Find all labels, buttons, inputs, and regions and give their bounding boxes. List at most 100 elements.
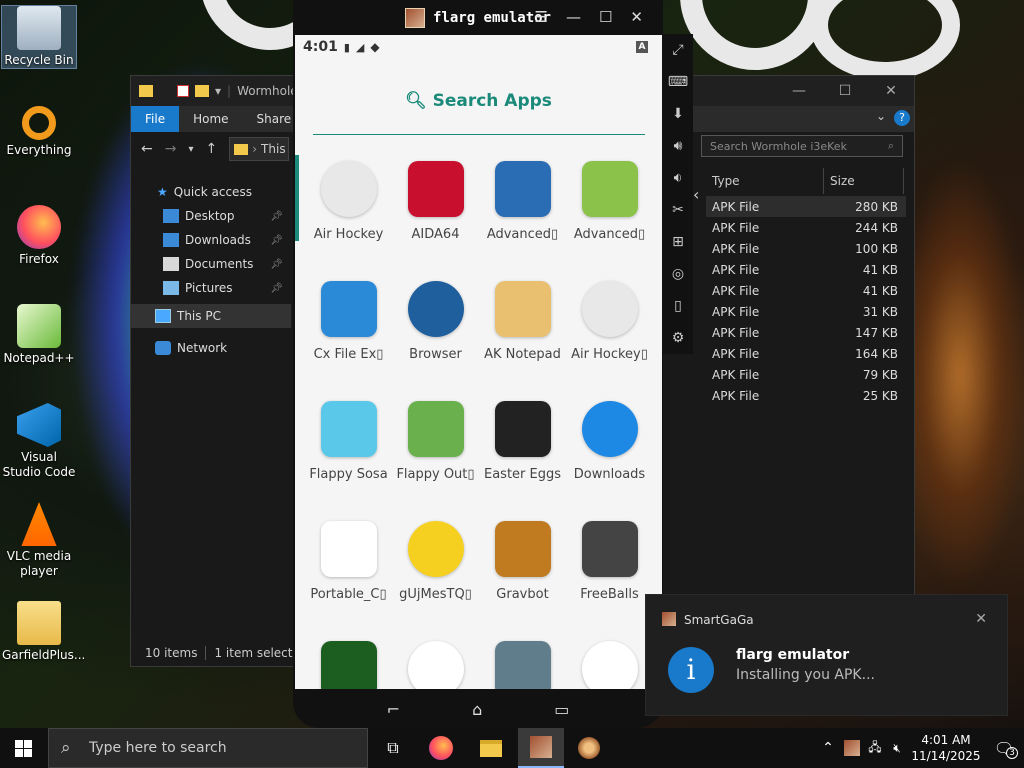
nav-quick-access[interactable]: ★ Quick access — [131, 180, 291, 204]
chevron-up-icon[interactable]: ⌃ — [816, 740, 840, 756]
pin-icon[interactable]: 📌︎ — [270, 259, 283, 270]
app-icon-tile[interactable]: AK Notepad — [479, 275, 566, 373]
new-folder-icon[interactable] — [195, 85, 209, 97]
app-icon-tile[interactable]: Browser — [392, 275, 479, 373]
app-icon-tile[interactable]: gUjMesTQ▯ — [392, 515, 479, 613]
home-nav-icon[interactable]: ⌂ — [472, 700, 482, 719]
desktop-icon[interactable]: Firefox — [2, 205, 76, 267]
install-apk-icon[interactable]: ⬇ — [667, 102, 689, 126]
pin-icon[interactable]: 📌︎ — [270, 235, 283, 246]
taskbar-firefox[interactable] — [418, 728, 464, 768]
back-arrow-icon[interactable]: ← — [141, 141, 153, 157]
app-icon-tile[interactable]: Cx File Ex▯ — [305, 275, 392, 373]
toast-notification[interactable]: SmartGaGa ✕ i flarg emulator Installing … — [645, 594, 1008, 716]
app-icon-tile[interactable]: Flappy Out▯ — [392, 395, 479, 493]
desktop-icon[interactable]: Recycle Bin — [1, 5, 77, 69]
search-input[interactable]: Search Wormhole i3eKek ⌕ — [701, 135, 903, 157]
table-row[interactable]: APK File 147 KB — [706, 322, 906, 343]
app-icon-tile[interactable]: AIDA64 — [392, 155, 479, 253]
emulator-window[interactable]: flarg emulator ☰ — ☐ ✕ 4:01 ▮ ◢ ◆ A 🔍︎ S… — [293, 0, 663, 728]
screenshot-icon[interactable]: ✂ — [667, 198, 689, 222]
close-button[interactable]: ✕ — [868, 76, 914, 106]
volume-muted-icon[interactable]: 🔇︎ — [886, 741, 908, 756]
clock[interactable]: 4:01 AM 11/14/2025 — [908, 732, 984, 764]
nav-item-pictures[interactable]: Pictures 📌︎ — [131, 276, 291, 300]
minimize-button[interactable]: — — [566, 8, 581, 26]
app-icon-tile[interactable] — [392, 635, 479, 689]
app-icon-tile[interactable]: Air Hockey▯ — [566, 275, 653, 373]
desktop-icon[interactable]: GarfieldPlus... — [2, 601, 85, 663]
table-row[interactable]: APK File 244 KB — [706, 217, 906, 238]
table-row[interactable]: APK File 100 KB — [706, 238, 906, 259]
volume-up-icon[interactable]: 🔊︎ — [667, 134, 689, 158]
table-row[interactable]: APK File 79 KB — [706, 364, 906, 385]
desktop-icon[interactable]: Notepad++ — [2, 304, 76, 366]
nav-this-pc[interactable]: This PC — [131, 304, 291, 328]
app-icon-tile[interactable] — [305, 635, 392, 689]
location-icon[interactable]: ◎ — [667, 262, 689, 286]
notification-center-button[interactable]: 🗨︎ 3 — [984, 739, 1024, 759]
back-nav-icon[interactable]: ⌐ — [387, 700, 400, 719]
nav-item-desktop[interactable]: Desktop 📌︎ — [131, 204, 291, 228]
tab-home[interactable]: Home — [179, 106, 242, 132]
column-type[interactable]: Type — [706, 168, 824, 194]
desktop-icon[interactable]: VLC media player — [2, 502, 76, 579]
app-icon-tile[interactable] — [479, 635, 566, 689]
nav-item-downloads[interactable]: Downloads 📌︎ — [131, 228, 291, 252]
recent-chevron-icon[interactable]: ▾ — [188, 144, 193, 155]
taskbar-search-input[interactable]: ⌕ Type here to search — [48, 728, 368, 768]
column-size[interactable]: Size — [824, 168, 904, 194]
table-row[interactable]: APK File 41 KB — [706, 259, 906, 280]
menu-icon[interactable]: ☰ — [535, 8, 548, 26]
nav-item-documents[interactable]: Documents 📌︎ — [131, 252, 291, 276]
start-button[interactable] — [0, 728, 46, 768]
nav-network[interactable]: Network — [131, 336, 291, 360]
app-icon-tile[interactable]: Flappy Sosa — [305, 395, 392, 493]
scroll-indicator[interactable] — [295, 155, 299, 241]
close-button[interactable]: ✕ — [630, 8, 643, 26]
volume-down-icon[interactable]: 🔉︎ — [667, 166, 689, 190]
search-apps-button[interactable]: 🔍︎ Search Apps — [295, 91, 662, 111]
settings-icon[interactable]: ⚙ — [667, 326, 689, 350]
taskbar-file-explorer[interactable] — [468, 728, 514, 768]
app-icon-tile[interactable]: Air Hockey — [305, 155, 392, 253]
expand-ribbon-icon[interactable]: ⌄ — [876, 109, 886, 123]
tab-file[interactable]: File — [131, 106, 180, 132]
multi-instance-icon[interactable]: ⊞ — [667, 230, 689, 254]
pin-icon[interactable]: 📌︎ — [270, 283, 283, 294]
android-screen[interactable]: 4:01 ▮ ◢ ◆ A 🔍︎ Search Apps Air Hockey AI… — [295, 35, 662, 689]
address-field[interactable]: › This — [229, 137, 290, 161]
table-row[interactable]: APK File 31 KB — [706, 301, 906, 322]
app-icon-tile[interactable] — [566, 635, 653, 689]
app-icon-tile[interactable]: FreeBalls — [566, 515, 653, 613]
forward-arrow-icon[interactable]: → — [165, 141, 177, 157]
recents-nav-icon[interactable]: ▭ — [554, 700, 569, 719]
up-arrow-icon[interactable]: ↑ — [206, 141, 218, 157]
app-icon-tile[interactable]: Gravbot — [479, 515, 566, 613]
breadcrumb[interactable]: This — [261, 142, 286, 156]
taskbar-emulator[interactable] — [518, 728, 564, 768]
maximize-button[interactable]: ☐ — [822, 76, 868, 106]
app-icon-tile[interactable]: Portable_C▯ — [305, 515, 392, 613]
fullscreen-icon[interactable]: ⤢ — [667, 38, 689, 62]
network-tray-icon[interactable]: 🖧︎ — [864, 738, 886, 759]
pin-icon[interactable]: 📌︎ — [270, 211, 283, 222]
chevron-down-icon[interactable]: ▾ — [215, 84, 221, 98]
taskbar-app[interactable] — [566, 728, 612, 768]
keyboard-icon[interactable]: ⌨ — [667, 70, 689, 94]
task-view-button[interactable]: ⧉ — [370, 728, 416, 768]
desktop-icon[interactable]: Visual Studio Code — [2, 403, 76, 480]
minimize-button[interactable]: — — [776, 76, 822, 106]
table-row[interactable]: APK File 41 KB — [706, 280, 906, 301]
table-row[interactable]: APK File 280 KB — [706, 196, 906, 217]
table-row[interactable]: APK File 164 KB — [706, 343, 906, 364]
app-icon-tile[interactable]: Advanced▯ — [479, 155, 566, 253]
app-icon-tile[interactable]: Advanced▯ — [566, 155, 653, 253]
table-row[interactable]: APK File 25 KB — [706, 385, 906, 406]
app-icon-tile[interactable]: Downloads — [566, 395, 653, 493]
properties-icon[interactable] — [177, 85, 189, 97]
app-icon-tile[interactable]: Easter Eggs — [479, 395, 566, 493]
maximize-button[interactable]: ☐ — [599, 8, 612, 26]
close-icon[interactable]: ✕ — [975, 611, 987, 627]
emulator-tray-icon[interactable] — [844, 740, 860, 756]
